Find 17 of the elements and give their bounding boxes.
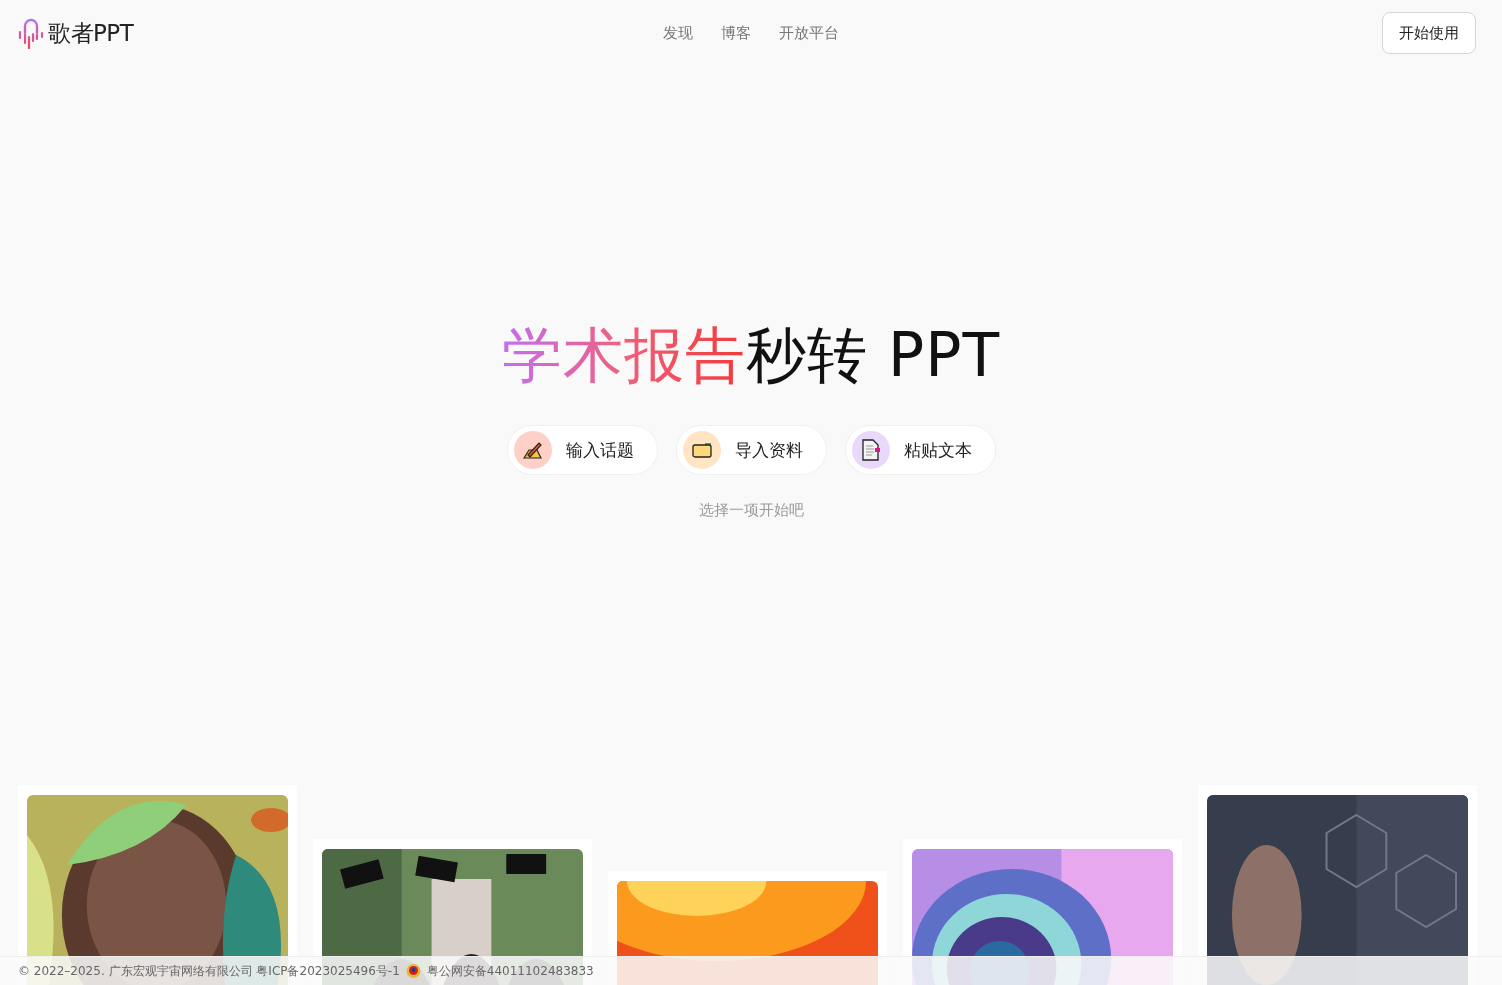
hint-text: 选择一项开始吧	[698, 501, 804, 520]
nav-link[interactable]: 发现	[663, 23, 693, 43]
police-badge-icon	[405, 963, 421, 979]
document-icon	[860, 438, 881, 462]
pencil-icon	[521, 440, 544, 460]
nav-link[interactable]: 博客	[721, 23, 751, 43]
logo-text: 歌者PPT	[48, 18, 134, 48]
start-button[interactable]: 开始使用	[1382, 12, 1476, 54]
logo-icon	[18, 17, 44, 49]
option-button[interactable]: 输入话题	[506, 425, 658, 475]
police-record-link[interactable]: 粤公网安备44011102483833	[426, 962, 594, 980]
option-button[interactable]: 粘贴文本	[844, 425, 996, 475]
nav-link[interactable]: 开放平台	[779, 23, 839, 43]
option-button[interactable]: 导入资料	[675, 425, 827, 475]
folder-icon	[690, 441, 713, 459]
hero-title: 学术报告秒转 PPT	[501, 319, 1001, 391]
copyright-text: © 2022–2025. 广东宏观宇宙网络有限公司 粤ICP备2023025496号-1	[18, 962, 400, 980]
